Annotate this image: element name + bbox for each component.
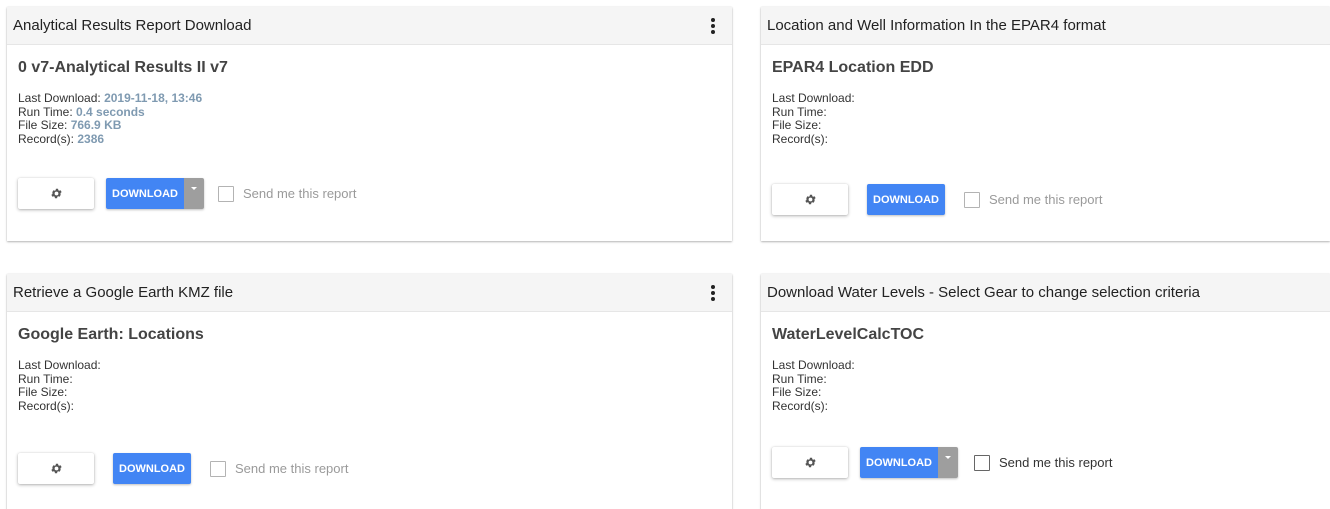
card-body: 0 v7-Analytical Results II v7 Last Downl… (7, 45, 732, 146)
send-report-option[interactable]: Send me this report (218, 185, 357, 202)
card-title: Retrieve a Google Earth KMZ file (13, 284, 234, 301)
send-report-label: Send me this report (235, 461, 349, 476)
send-report-checkbox[interactable] (964, 191, 980, 208)
card-actions: DOWNLOAD Send me this report (772, 184, 1102, 215)
file-size-row: File Size: 766.9 KB (18, 118, 721, 133)
download-button[interactable]: DOWNLOAD (106, 178, 184, 209)
send-report-option[interactable]: Send me this report (964, 191, 1103, 208)
records-row: Record(s): 2386 (18, 131, 721, 147)
download-options-toggle[interactable] (938, 447, 958, 478)
card-title: Analytical Results Report Download (13, 17, 252, 34)
send-report-checkbox[interactable] (218, 185, 234, 202)
settings-button[interactable] (18, 178, 94, 209)
run-time-label: Run Time: (772, 104, 827, 119)
records-label: Record(s): (772, 398, 829, 413)
report-name: EPAR4 Location EDD (772, 59, 934, 76)
run-time-row: Run Time: 0.4 seconds (18, 104, 721, 120)
more-vert-icon[interactable] (704, 281, 722, 305)
report-card-water-levels: Download Water Levels - Select Gear to c… (761, 274, 1330, 509)
run-time-label: Run Time: (18, 104, 73, 119)
records-value: 2386 (77, 131, 105, 146)
gear-icon (50, 463, 62, 474)
card-actions: DOWNLOAD Send me this report (772, 447, 1112, 478)
send-report-checkbox[interactable] (210, 460, 226, 477)
file-size-label: File Size: (18, 118, 68, 132)
last-download-label: Last Download: (18, 358, 101, 372)
card-header: Retrieve a Google Earth KMZ file (7, 274, 732, 312)
gear-icon (804, 194, 816, 205)
last-download-value: 2019-11-18, 13:46 (104, 91, 203, 105)
card-actions: DOWNLOAD Send me this report (18, 178, 356, 209)
file-size-label: File Size: (772, 118, 822, 132)
send-report-option[interactable]: Send me this report (974, 454, 1113, 471)
report-card-google-earth: Retrieve a Google Earth KMZ file Google … (7, 274, 732, 509)
report-meta: Last Download: Run Time: File Size: Reco… (772, 358, 1319, 413)
records-label: Record(s): (18, 131, 75, 146)
last-download-row: Last Download: 2019-11-18, 13:46 (18, 91, 721, 106)
card-header: Download Water Levels - Select Gear to c… (761, 274, 1330, 312)
download-button[interactable]: DOWNLOAD (867, 184, 945, 215)
run-time-label: Run Time: (18, 371, 73, 386)
card-header: Location and Well Information In the EPA… (761, 7, 1330, 45)
send-report-label: Send me this report (243, 186, 357, 201)
send-report-option[interactable]: Send me this report (210, 460, 349, 477)
gear-icon (50, 188, 62, 199)
download-split-button: DOWNLOAD (106, 178, 204, 209)
card-title: Download Water Levels - Select Gear to c… (767, 284, 1200, 301)
caret-down-icon (945, 456, 951, 459)
report-card-epar4-location: Location and Well Information In the EPA… (761, 7, 1330, 241)
card-body: WaterLevelCalcTOC Last Download: Run Tim… (761, 312, 1330, 413)
send-report-label: Send me this report (999, 455, 1113, 470)
report-meta: Last Download: Run Time: File Size: Reco… (18, 358, 721, 413)
report-name: Google Earth: Locations (18, 326, 204, 343)
card-actions: DOWNLOAD Send me this report (18, 453, 348, 484)
more-vert-icon[interactable] (704, 14, 722, 38)
last-download-label: Last Download: (772, 91, 855, 105)
card-body: Google Earth: Locations Last Download: R… (7, 312, 732, 413)
card-body: EPAR4 Location EDD Last Download: Run Ti… (761, 45, 1330, 146)
download-split-button: DOWNLOAD (860, 447, 958, 478)
last-download-label: Last Download: (772, 358, 855, 372)
run-time-label: Run Time: (772, 371, 827, 386)
settings-button[interactable] (18, 453, 94, 484)
file-size-label: File Size: (772, 385, 822, 399)
download-button[interactable]: DOWNLOAD (113, 453, 191, 484)
gear-icon (804, 457, 816, 468)
settings-button[interactable] (772, 184, 848, 215)
settings-button[interactable] (772, 447, 848, 478)
report-card-analytical-results: Analytical Results Report Download 0 v7-… (7, 7, 732, 241)
download-button[interactable]: DOWNLOAD (860, 447, 938, 478)
send-report-checkbox[interactable] (974, 454, 990, 471)
report-name: 0 v7-Analytical Results II v7 (18, 59, 228, 76)
file-size-value: 766.9 KB (70, 118, 122, 132)
send-report-label: Send me this report (989, 192, 1103, 207)
card-header: Analytical Results Report Download (7, 7, 732, 45)
records-label: Record(s): (772, 131, 829, 146)
file-size-label: File Size: (18, 385, 68, 399)
caret-down-icon (191, 187, 197, 190)
card-title: Location and Well Information In the EPA… (767, 17, 1106, 34)
report-name: WaterLevelCalcTOC (772, 326, 925, 343)
download-options-toggle[interactable] (184, 178, 204, 209)
run-time-value: 0.4 seconds (76, 104, 145, 119)
last-download-label: Last Download: (18, 91, 101, 105)
records-label: Record(s): (18, 398, 75, 413)
report-meta: Last Download: Run Time: File Size: Reco… (772, 91, 1319, 146)
report-meta: Last Download: 2019-11-18, 13:46 Run Tim… (18, 91, 721, 147)
